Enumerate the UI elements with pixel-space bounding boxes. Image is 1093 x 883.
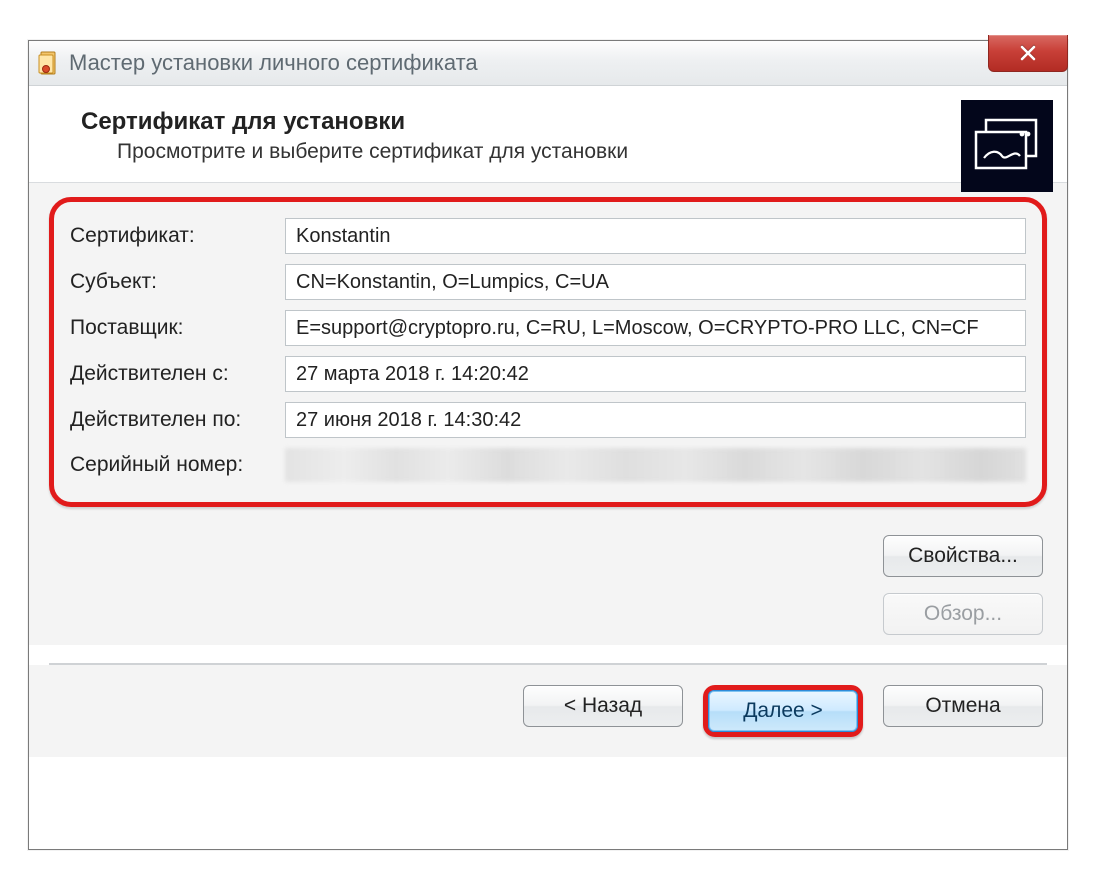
value-serial-redacted xyxy=(285,448,1026,482)
value-valid-to: 27 июня 2018 г. 14:30:42 xyxy=(285,402,1026,438)
side-buttons: Свойства... Обзор... xyxy=(49,535,1047,635)
wizard-window: Мастер установки личного сертификата Сер… xyxy=(28,40,1068,850)
label-subject: Субъект: xyxy=(70,270,285,294)
titlebar: Мастер установки личного сертификата xyxy=(29,41,1067,86)
cancel-button[interactable]: Отмена xyxy=(883,685,1043,727)
header-title: Сертификат для установки xyxy=(81,108,1043,136)
app-icon xyxy=(37,50,59,76)
close-button[interactable] xyxy=(988,35,1068,72)
row-valid-to: Действителен по: 27 июня 2018 г. 14:30:4… xyxy=(70,402,1026,438)
back-button[interactable]: < Назад xyxy=(523,685,683,727)
row-serial: Серийный номер: xyxy=(70,448,1026,482)
properties-button[interactable]: Свойства... xyxy=(883,535,1043,577)
label-serial: Серийный номер: xyxy=(70,453,285,477)
row-certificate: Сертификат: Konstantin xyxy=(70,218,1026,254)
close-icon xyxy=(1019,44,1037,62)
certificate-icon xyxy=(961,100,1053,192)
next-button[interactable]: Далее > xyxy=(708,690,858,732)
row-subject: Субъект: CN=Konstantin, O=Lumpics, C=UA xyxy=(70,264,1026,300)
browse-button: Обзор... xyxy=(883,593,1043,635)
value-certificate: Konstantin xyxy=(285,218,1026,254)
label-certificate: Сертификат: xyxy=(70,224,285,248)
label-valid-to: Действителен по: xyxy=(70,408,285,432)
header-subtitle: Просмотрите и выберите сертификат для ус… xyxy=(117,140,1043,164)
main-panel: Сертификат: Konstantin Субъект: CN=Konst… xyxy=(29,183,1067,645)
label-valid-from: Действителен с: xyxy=(70,362,285,386)
value-issuer: E=support@cryptopro.ru, C=RU, L=Moscow, … xyxy=(285,310,1026,346)
window-title: Мастер установки личного сертификата xyxy=(69,50,478,76)
value-subject: CN=Konstantin, O=Lumpics, C=UA xyxy=(285,264,1026,300)
value-valid-from: 27 марта 2018 г. 14:20:42 xyxy=(285,356,1026,392)
fields-highlight: Сертификат: Konstantin Субъект: CN=Konst… xyxy=(49,197,1047,507)
row-issuer: Поставщик: E=support@cryptopro.ru, C=RU,… xyxy=(70,310,1026,346)
label-issuer: Поставщик: xyxy=(70,316,285,340)
wizard-header: Сертификат для установки Просмотрите и в… xyxy=(29,86,1067,183)
wizard-footer: < Назад Далее > Отмена xyxy=(29,665,1067,757)
row-valid-from: Действителен с: 27 марта 2018 г. 14:20:4… xyxy=(70,356,1026,392)
next-button-highlight: Далее > xyxy=(703,685,863,737)
